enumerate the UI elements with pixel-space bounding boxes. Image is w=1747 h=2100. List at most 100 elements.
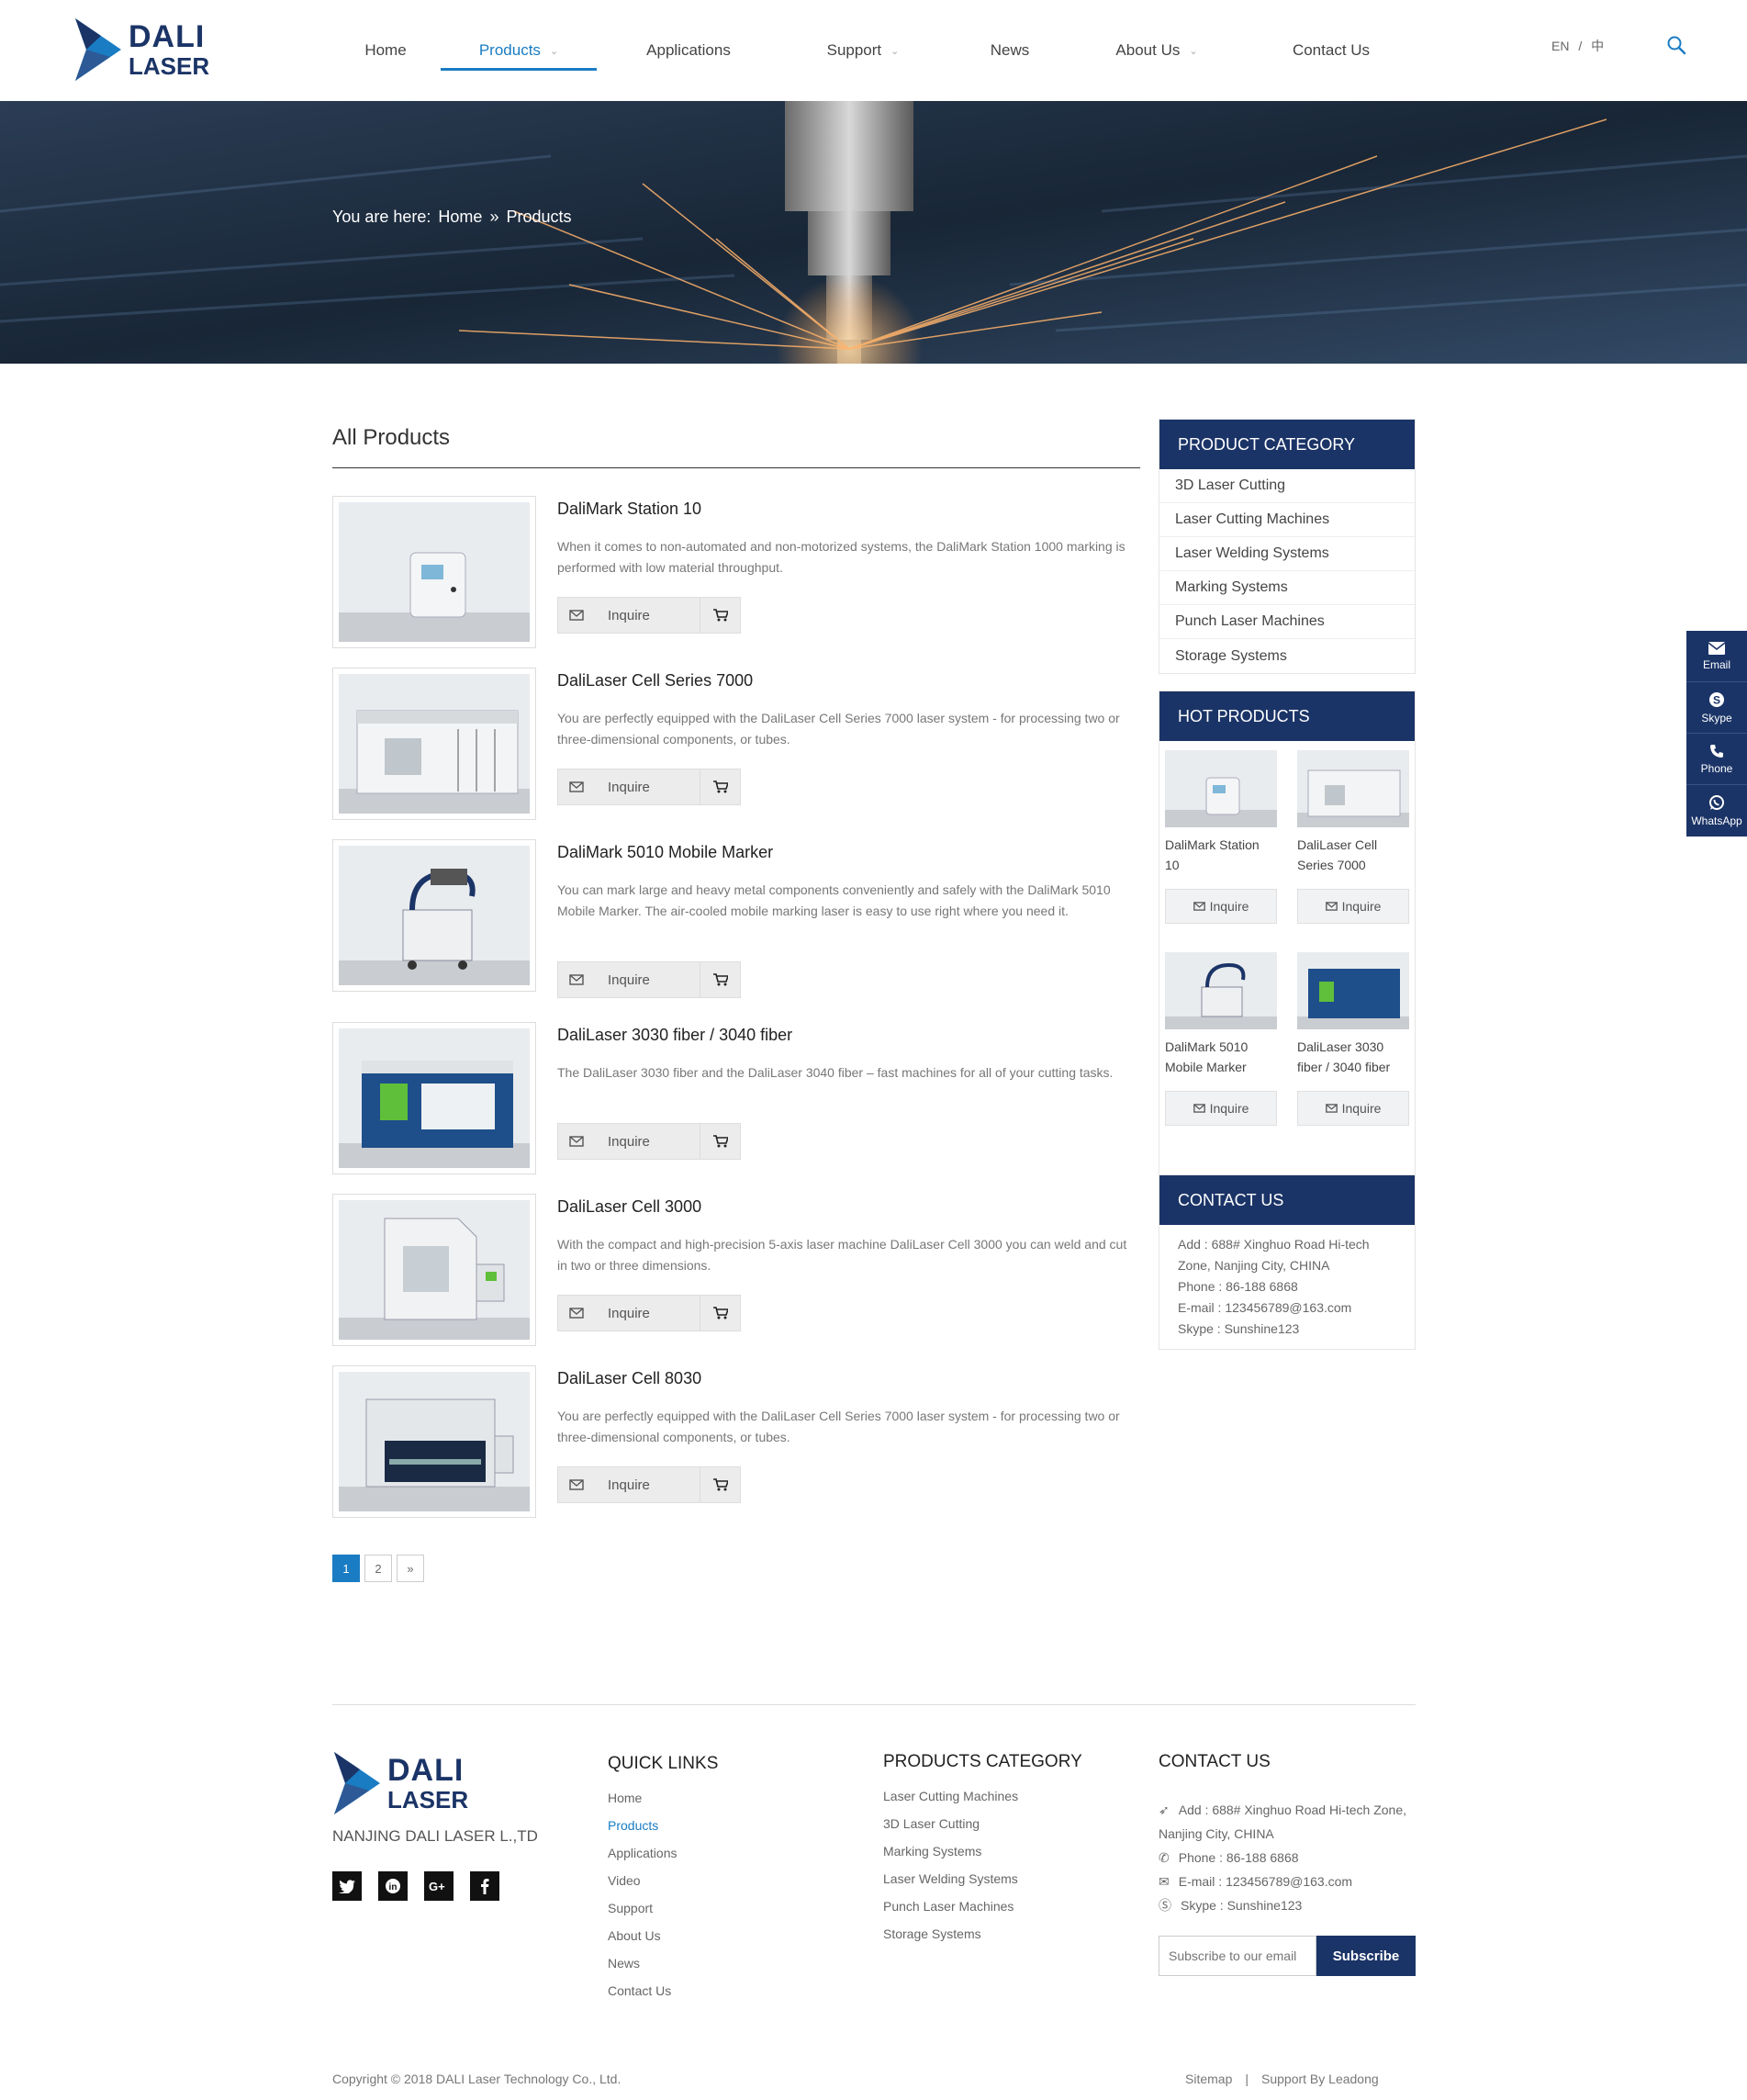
contact-box: CONTACT US Add : 688# Xinghuo Road Hi-te… xyxy=(1159,1174,1416,1350)
footer-link[interactable]: Products xyxy=(608,1818,718,1846)
hot-product-image[interactable] xyxy=(1165,750,1277,827)
breadcrumb: You are here: Home » Products xyxy=(332,208,572,227)
footer-link[interactable]: Video xyxy=(608,1873,718,1901)
product-image[interactable] xyxy=(332,1022,536,1174)
hot-product-name[interactable]: DaliMark Station 10 xyxy=(1165,835,1277,875)
hot-inquire-button[interactable]: Inquire xyxy=(1297,889,1409,924)
subscribe-email-input[interactable] xyxy=(1159,1936,1316,1976)
site-logo[interactable]: DALI LASER xyxy=(73,17,209,83)
cart-icon[interactable] xyxy=(700,1296,740,1331)
category-item[interactable]: Storage Systems xyxy=(1159,639,1415,673)
quick-links-title: QUICK LINKS xyxy=(608,1754,719,1773)
breadcrumb-home[interactable]: Home xyxy=(438,208,482,227)
product-name[interactable]: DaliLaser 3030 fiber / 3040 fiber xyxy=(557,1026,792,1045)
lang-en[interactable]: EN xyxy=(1551,39,1569,53)
cart-icon[interactable] xyxy=(700,962,740,997)
footer-category-link[interactable]: Laser Cutting Machines xyxy=(883,1789,1082,1816)
inquire-button[interactable]: Inquire xyxy=(557,1295,741,1331)
page-next[interactable]: » xyxy=(397,1555,424,1582)
inquire-button[interactable]: Inquire xyxy=(557,597,741,634)
footer-link[interactable]: News xyxy=(608,1956,718,1983)
inquire-button[interactable]: Inquire xyxy=(557,961,741,998)
footer-category-link[interactable]: Punch Laser Machines xyxy=(883,1899,1082,1926)
footer-email[interactable]: E-mail : 123456789@163.com xyxy=(1179,1874,1352,1889)
envelope-icon xyxy=(558,781,595,792)
category-item[interactable]: 3D Laser Cutting xyxy=(1159,469,1415,503)
support-link[interactable]: Support By Leadong xyxy=(1261,2072,1379,2086)
sitemap-link[interactable]: Sitemap xyxy=(1185,2072,1232,2086)
hot-product-image[interactable] xyxy=(1297,952,1409,1029)
footer-category-link[interactable]: Storage Systems xyxy=(883,1926,1082,1954)
hot-inquire-button[interactable]: Inquire xyxy=(1297,1091,1409,1126)
page-2[interactable]: 2 xyxy=(364,1555,392,1582)
footer-link[interactable]: Home xyxy=(608,1791,718,1818)
nav-about-us[interactable]: About Us ⌄ xyxy=(1074,0,1239,101)
skype-icon: S xyxy=(1709,691,1724,707)
hot-product-image[interactable] xyxy=(1297,750,1409,827)
footer-divider xyxy=(332,1704,1416,1705)
google-plus-icon[interactable]: G+ xyxy=(424,1871,454,1901)
footer-link[interactable]: Applications xyxy=(608,1846,718,1873)
category-item[interactable]: Laser Welding Systems xyxy=(1159,537,1415,571)
cart-icon[interactable] xyxy=(700,1124,740,1159)
cart-icon[interactable] xyxy=(700,598,740,633)
product-name[interactable]: DaliLaser Cell 8030 xyxy=(557,1369,701,1388)
contact-email[interactable]: E-mail : 123456789@163.com xyxy=(1178,1297,1396,1319)
nav-home[interactable]: Home xyxy=(330,0,441,101)
nav-contact-us[interactable]: Contact Us xyxy=(1239,0,1423,101)
inquire-button[interactable]: Inquire xyxy=(557,1466,741,1503)
product-image[interactable] xyxy=(332,1365,536,1518)
footer-logo[interactable]: DALI LASER xyxy=(332,1750,468,1816)
facebook-icon[interactable] xyxy=(470,1871,499,1901)
product-image[interactable] xyxy=(332,839,536,992)
category-item[interactable]: Marking Systems xyxy=(1159,571,1415,605)
footer-category-link[interactable]: 3D Laser Cutting xyxy=(883,1816,1082,1844)
envelope-icon xyxy=(558,1136,595,1147)
footer-category-link[interactable]: Laser Welding Systems xyxy=(883,1871,1082,1899)
float-email[interactable]: Email xyxy=(1686,631,1747,682)
footer-link[interactable]: Support xyxy=(608,1901,718,1928)
contact-address: Add : 688# Xinghuo Road Hi-tech Zone, Na… xyxy=(1178,1237,1370,1273)
category-item[interactable]: Punch Laser Machines xyxy=(1159,605,1415,639)
product-name[interactable]: DaliLaser Cell Series 7000 xyxy=(557,671,753,691)
product-description: You are perfectly equipped with the Dali… xyxy=(557,1409,1120,1444)
send-icon: ➶ xyxy=(1159,1802,1170,1817)
cart-icon[interactable] xyxy=(700,769,740,804)
category-item[interactable]: Laser Cutting Machines xyxy=(1159,503,1415,537)
twitter-icon[interactable] xyxy=(332,1871,362,1901)
envelope-icon: ✉ xyxy=(1159,1874,1170,1889)
product-name[interactable]: DaliMark Station 10 xyxy=(557,500,701,519)
footer-link[interactable]: About Us xyxy=(608,1928,718,1956)
hot-inquire-button[interactable]: Inquire xyxy=(1165,1091,1277,1126)
breadcrumb-current[interactable]: Products xyxy=(506,208,571,227)
hot-inquire-button[interactable]: Inquire xyxy=(1165,889,1277,924)
cart-icon[interactable] xyxy=(700,1467,740,1502)
footer-link[interactable]: Contact Us xyxy=(608,1983,718,2011)
linkedin-icon[interactable]: in xyxy=(378,1871,408,1901)
float-whatsapp[interactable]: WhatsApp xyxy=(1686,785,1747,837)
lang-zh[interactable]: 中 xyxy=(1591,39,1604,53)
product-item: DaliLaser Cell 8030 You are perfectly eq… xyxy=(332,1365,1140,1522)
product-image[interactable] xyxy=(332,1194,536,1346)
search-icon[interactable] xyxy=(1666,35,1686,55)
footer-category-link[interactable]: Marking Systems xyxy=(883,1844,1082,1871)
nav-support[interactable]: Support ⌄ xyxy=(780,0,946,101)
product-name[interactable]: DaliMark 5010 Mobile Marker xyxy=(557,843,773,862)
hot-product-name[interactable]: DaliLaser Cell Series 7000 xyxy=(1297,835,1409,875)
inquire-button[interactable]: Inquire xyxy=(557,1123,741,1160)
nav-news[interactable]: News xyxy=(946,0,1074,101)
nav-applications[interactable]: Applications xyxy=(597,0,780,101)
product-image[interactable] xyxy=(332,668,536,820)
subscribe-button[interactable]: Subscribe xyxy=(1316,1936,1416,1976)
page-1[interactable]: 1 xyxy=(332,1555,360,1582)
hot-product-name[interactable]: DaliMark 5010 Mobile Marker xyxy=(1165,1037,1277,1077)
float-phone[interactable]: Phone xyxy=(1686,734,1747,785)
hot-product-image[interactable] xyxy=(1165,952,1277,1029)
hot-product-name[interactable]: DaliLaser 3030 fiber / 3040 fiber xyxy=(1297,1037,1409,1077)
float-skype[interactable]: S Skype xyxy=(1686,682,1747,734)
logo-mark-icon xyxy=(334,1752,380,1814)
nav-products[interactable]: Products ⌄ xyxy=(441,0,597,101)
product-image[interactable] xyxy=(332,496,536,648)
product-name[interactable]: DaliLaser Cell 3000 xyxy=(557,1197,701,1217)
inquire-button[interactable]: Inquire xyxy=(557,769,741,805)
